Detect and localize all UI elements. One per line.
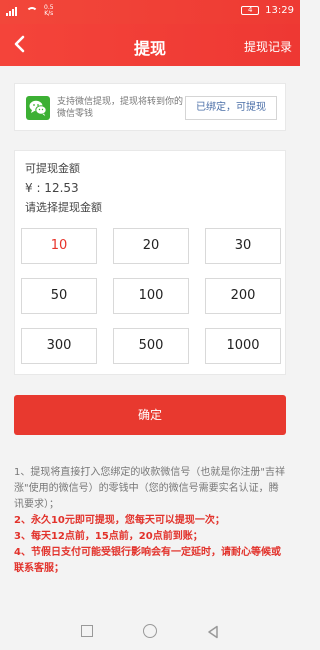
wechat-card: 支持微信提现，提现将转到你的微信零钱 已绑定，可提现 xyxy=(14,83,286,131)
confirm-button[interactable]: 确定 xyxy=(14,395,286,435)
status-bar: 0.5 K/s 4 13:29 xyxy=(0,0,300,24)
withdraw-record-link[interactable]: 提现记录 xyxy=(244,38,292,55)
amount-option-200[interactable]: 200 xyxy=(205,278,281,314)
amount-option-50[interactable]: 50 xyxy=(21,278,97,314)
amount-option-500[interactable]: 500 xyxy=(113,328,189,364)
status-left: 0.5 K/s xyxy=(6,5,54,17)
battery-icon: 4 xyxy=(241,6,260,15)
back-nav-icon[interactable] xyxy=(206,624,220,639)
amount-option-20[interactable]: 20 xyxy=(113,228,189,264)
note-item: 1、提现将直接打入您绑定的收款微信号（也就是你注册"吉祥涨"使用的微信号）的零钱… xyxy=(14,467,285,510)
withdraw-notes: 1、提现将直接打入您绑定的收款微信号（也就是你注册"吉祥涨"使用的微信号）的零钱… xyxy=(14,465,286,577)
choose-amount-label: 请选择提现金额 xyxy=(25,201,102,214)
amount-option-300[interactable]: 300 xyxy=(21,328,97,364)
status-right: 4 13:29 xyxy=(241,5,294,16)
signal-icon xyxy=(6,6,20,16)
note-item: 3、每天12点前，15点前，20点前到账； xyxy=(14,531,203,542)
amount-options-grid: 10 20 30 50 100 200 300 500 1000 xyxy=(21,228,281,366)
home-icon[interactable] xyxy=(143,624,157,638)
balance-value: ¥ : 12.53 xyxy=(25,181,79,195)
note-item: 4、节假日支付可能受银行影响会有一定延时，请耐心等候或联系客服； xyxy=(14,547,281,574)
wechat-icon xyxy=(26,96,50,120)
system-nav-bar xyxy=(0,612,300,650)
available-amount-label: 可提现金额 xyxy=(25,162,80,175)
recent-apps-icon[interactable] xyxy=(81,625,93,637)
wifi-icon xyxy=(26,6,38,16)
nav-bar: 提现 提现记录 xyxy=(0,24,300,66)
wechat-bind-button[interactable]: 已绑定，可提现 xyxy=(185,96,277,120)
status-time: 13:29 xyxy=(265,5,294,16)
amount-option-10[interactable]: 10 xyxy=(21,228,97,264)
amount-option-1000[interactable]: 1000 xyxy=(205,328,281,364)
note-item: 2、永久10元即可提现，您每天可以提现一次； xyxy=(14,515,225,526)
amount-card: 可提现金额 ¥ : 12.53 请选择提现金额 10 20 30 50 100 … xyxy=(14,150,286,375)
network-speed: 0.5 K/s xyxy=(44,4,54,17)
amount-option-100[interactable]: 100 xyxy=(113,278,189,314)
amount-option-30[interactable]: 30 xyxy=(205,228,281,264)
wechat-description: 支持微信提现，提现将转到你的微信零钱 xyxy=(57,97,184,119)
